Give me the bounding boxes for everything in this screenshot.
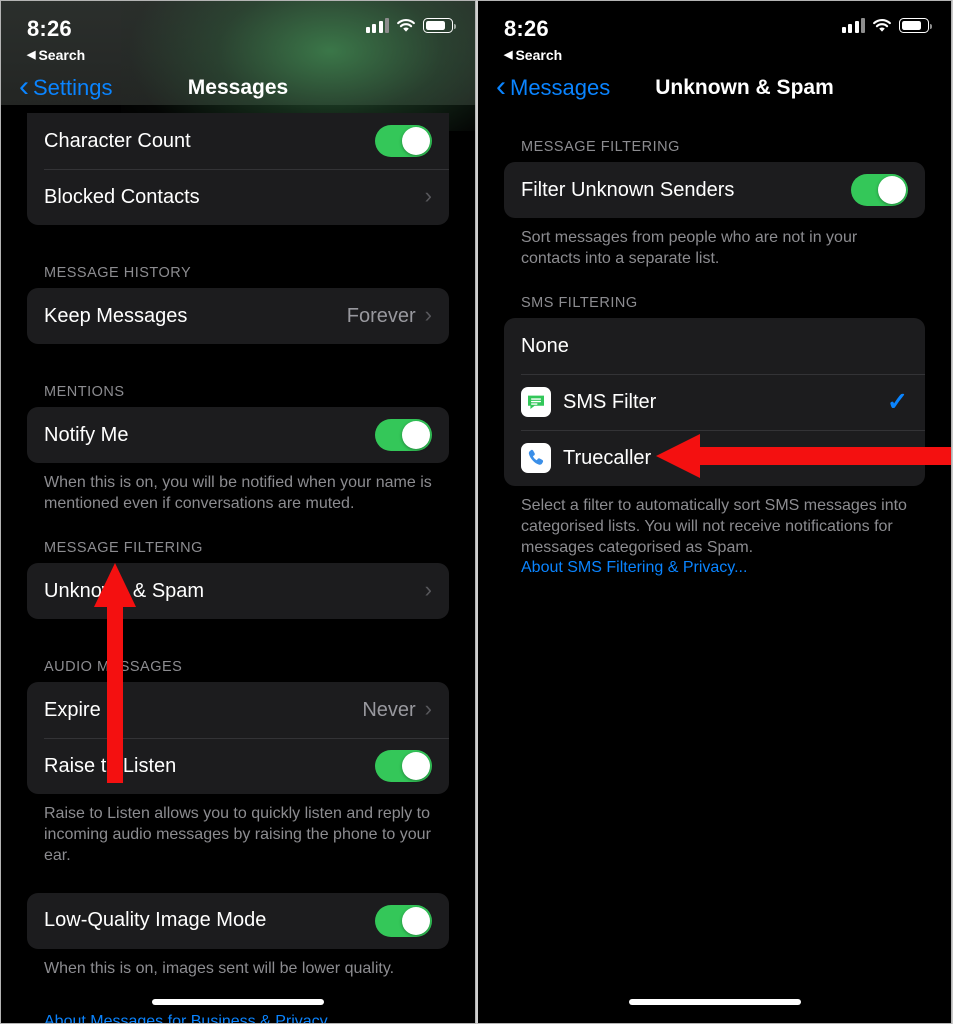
truecaller-app-icon: [521, 443, 551, 474]
group-general: Character Count Blocked Contacts ›: [27, 113, 449, 225]
row-label: Unknown & Spam: [44, 579, 205, 602]
about-messages-business-privacy-link[interactable]: About Messages for Business & Privacy: [44, 1013, 328, 1023]
right-content: MESSAGE FILTERING Filter Unknown Senders…: [478, 113, 951, 577]
row-raise-to-listen[interactable]: Raise to Listen: [27, 738, 449, 794]
left-status-bar: 8:26 ◀ Search: [1, 1, 475, 63]
about-sms-filtering-link-row[interactable]: About SMS Filtering & Privacy...: [504, 559, 925, 577]
row-label: Keep Messages: [44, 304, 188, 327]
row-label: Raise to Listen: [44, 754, 177, 777]
chevron-left-icon: ‹: [19, 69, 29, 103]
group-message-filtering: Unknown & Spam ›: [27, 563, 449, 620]
about-sms-filtering-privacy-link[interactable]: About SMS Filtering & Privacy...: [521, 559, 747, 576]
chevron-left-icon: ‹: [496, 69, 506, 103]
section-footer-low-quality: When this is on, images sent will be low…: [44, 959, 395, 977]
status-back-to-search[interactable]: ◀ Search: [504, 47, 929, 63]
nav-back-settings[interactable]: ‹ Settings: [19, 69, 113, 103]
row-value: Forever: [346, 304, 416, 327]
battery-icon: [423, 18, 457, 33]
nav-back-label: Settings: [33, 75, 113, 100]
filter-unknown-senders-toggle[interactable]: [851, 174, 908, 206]
row-character-count[interactable]: Character Count: [27, 113, 449, 169]
group-sms-filtering: None SMS Filter ✓ Truecaller: [504, 318, 925, 487]
status-back-label: Search: [515, 47, 563, 63]
group-message-filtering: Filter Unknown Senders: [504, 162, 925, 218]
group-mentions: Notify Me: [27, 407, 449, 463]
section-header-sms-filtering: SMS FILTERING: [521, 295, 638, 312]
left-phone-screen: 8:26 ◀ Search ‹ Settings Messages Charac…: [0, 0, 476, 1024]
row-label: Low-Quality Image Mode: [44, 909, 267, 932]
section-header-audio-messages: AUDIO MESSAGES: [44, 659, 183, 676]
home-indicator: [152, 999, 324, 1005]
row-label: SMS Filter: [563, 390, 657, 413]
section-footer-sms-filtering: Select a filter to automatically sort SM…: [521, 497, 907, 557]
row-label: Blocked Contacts: [44, 185, 200, 208]
wifi-icon: [396, 18, 416, 33]
home-indicator: [628, 999, 801, 1005]
sms-filter-option-none[interactable]: None: [504, 318, 925, 374]
section-header-message-filtering: MESSAGE FILTERING: [521, 139, 680, 155]
row-label: Character Count: [44, 129, 191, 152]
group-low-quality-image: Low-Quality Image Mode: [27, 892, 449, 949]
row-notify-me[interactable]: Notify Me: [27, 407, 449, 463]
right-status-bar: 8:26 ◀ Search: [478, 1, 951, 63]
row-value: Never: [362, 698, 416, 721]
checkmark-icon: ✓: [887, 387, 908, 416]
right-nav-bar: ‹ Messages Unknown & Spam: [478, 63, 951, 113]
cellular-bars-icon: [365, 18, 389, 33]
triangle-left-icon: ◀: [27, 48, 36, 61]
sms-filter-option-sms-filter[interactable]: SMS Filter ✓: [504, 374, 925, 430]
status-back-to-search[interactable]: ◀ Search: [27, 47, 453, 63]
row-filter-unknown-senders[interactable]: Filter Unknown Senders: [504, 162, 925, 218]
left-nav-bar: ‹ Settings Messages: [1, 63, 475, 113]
left-content: Character Count Blocked Contacts › MESSA…: [1, 113, 475, 1023]
row-expire[interactable]: Expire Never ›: [27, 682, 449, 738]
section-header-mentions: MENTIONS: [44, 384, 125, 400]
row-unknown-and-spam[interactable]: Unknown & Spam ›: [27, 563, 449, 619]
character-count-toggle[interactable]: [375, 125, 432, 157]
sms-filter-app-icon: [521, 387, 551, 418]
notify-me-toggle[interactable]: [375, 419, 432, 451]
nav-back-label: Messages: [510, 75, 611, 100]
section-header-message-history: MESSAGE HISTORY: [44, 265, 192, 281]
row-label: Notify Me: [44, 423, 129, 446]
row-label: Filter Unknown Senders: [521, 178, 735, 201]
low-quality-image-toggle[interactable]: [375, 904, 432, 937]
chevron-right-icon: ›: [424, 183, 432, 208]
section-footer-message-filtering: Sort messages from people who are not in…: [521, 229, 858, 268]
section-footer-audio-messages: Raise to Listen allows you to quickly li…: [44, 805, 431, 865]
status-indicators: [841, 18, 933, 33]
about-messages-link-row[interactable]: About Messages for Business & Privacy: [27, 1013, 449, 1023]
section-header-message-filtering: MESSAGE FILTERING: [44, 540, 203, 557]
triangle-left-icon: ◀: [504, 48, 513, 61]
section-footer-mentions: When this is on, you will be notified wh…: [44, 474, 432, 513]
sms-filter-option-truecaller[interactable]: Truecaller: [504, 430, 925, 486]
row-keep-messages[interactable]: Keep Messages Forever ›: [27, 288, 449, 344]
row-label: Truecaller: [563, 446, 652, 469]
raise-to-listen-toggle[interactable]: [375, 750, 432, 783]
row-label: Expire: [44, 698, 101, 721]
status-back-label: Search: [38, 47, 86, 63]
row-label: None: [521, 334, 569, 357]
chevron-right-icon: ›: [424, 577, 432, 603]
row-blocked-contacts[interactable]: Blocked Contacts ›: [27, 169, 449, 225]
row-low-quality-image-mode[interactable]: Low-Quality Image Mode: [27, 893, 449, 949]
status-indicators: [365, 18, 457, 33]
right-phone-screen: 8:26 ◀ Search ‹ Messages Unknown & Spam: [476, 0, 952, 1024]
group-message-history: Keep Messages Forever ›: [27, 288, 449, 344]
group-audio-messages: Expire Never › Raise to Listen: [27, 682, 449, 795]
chevron-right-icon: ›: [424, 302, 432, 327]
nav-back-messages[interactable]: ‹ Messages: [496, 69, 611, 103]
cellular-bars-icon: [841, 18, 865, 33]
screenshot-stage: 8:26 ◀ Search ‹ Settings Messages Charac…: [0, 0, 953, 1024]
wifi-icon: [872, 18, 892, 33]
chevron-right-icon: ›: [424, 696, 432, 722]
battery-icon: [899, 18, 933, 33]
